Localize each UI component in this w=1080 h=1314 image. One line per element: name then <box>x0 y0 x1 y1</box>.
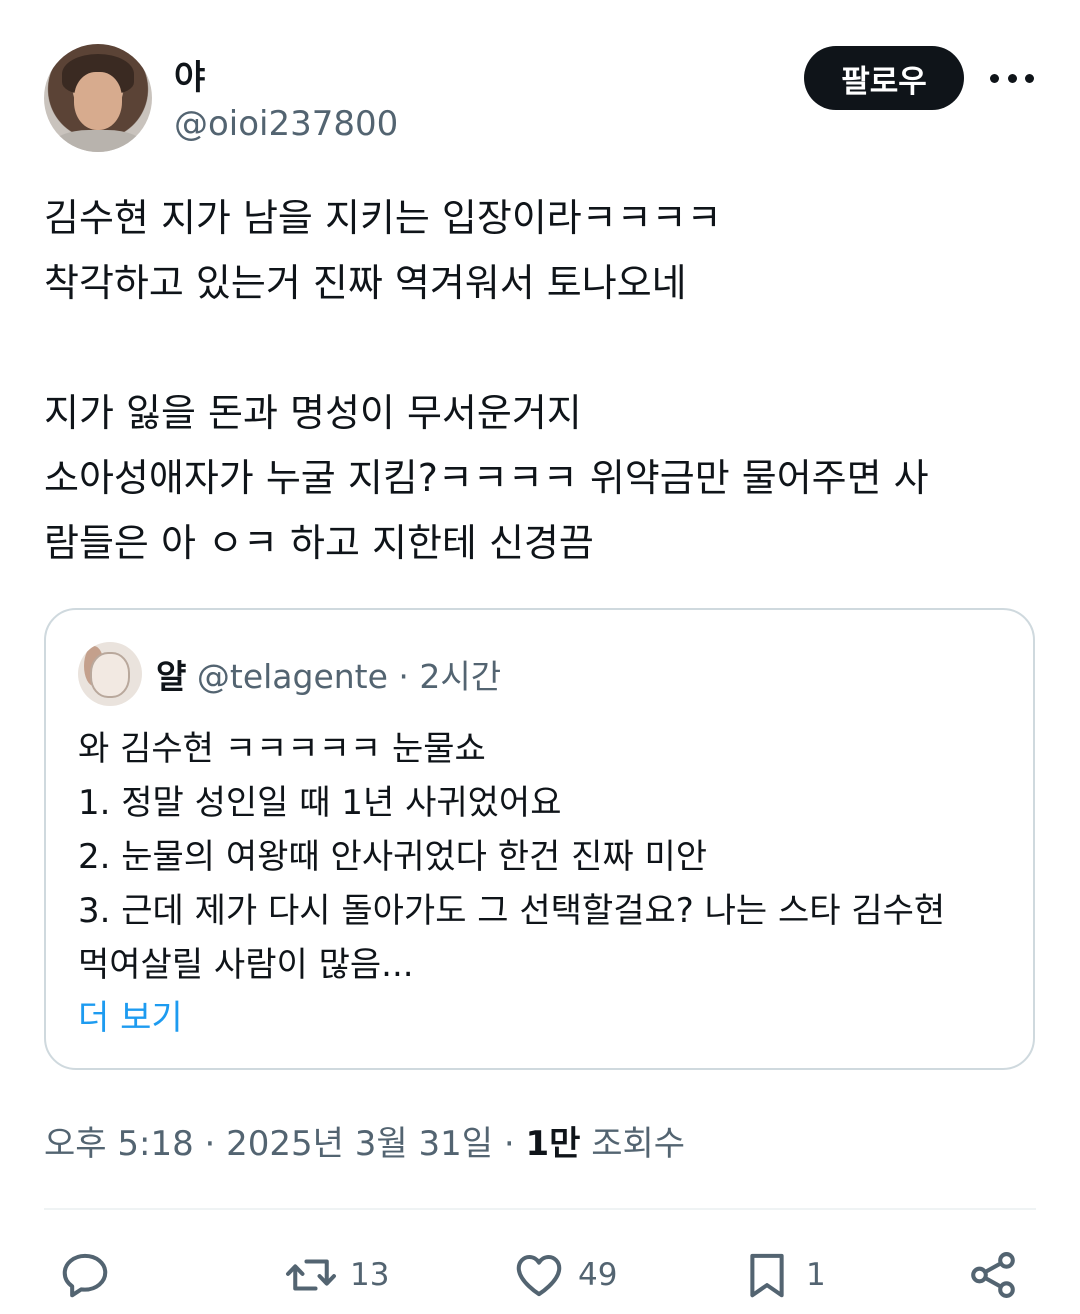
tweet-text: 김수현 지가 남을 지키는 입장이라ㅋㅋㅋㅋ 착각하고 있는거 진짜 역겨워서 … <box>44 186 1034 576</box>
like-count: 49 <box>578 1257 618 1293</box>
bookmark-icon <box>750 1253 784 1298</box>
quoted-line: 1. 정말 성인일 때 1년 사귀었어요 <box>78 783 562 823</box>
bookmark-count: 1 <box>806 1257 826 1293</box>
retweet-icon <box>286 1259 336 1291</box>
author-handle[interactable]: @oioi237800 <box>174 104 398 144</box>
author-display-name[interactable]: 야 <box>174 50 205 99</box>
like-icon <box>516 1254 562 1297</box>
meta-separator: · <box>493 1124 526 1164</box>
tweet-line: 김수현 지가 남을 지키는 입장이라ㅋㅋㅋㅋ <box>44 196 722 240</box>
more-icon[interactable] <box>990 64 1034 92</box>
show-more-link[interactable]: 더 보기 <box>78 990 183 1039</box>
quoted-timestamp[interactable]: 2시간 <box>419 657 501 696</box>
tweet-meta: 오후 5:18 · 2025년 3월 31일 · 1만 조회수 <box>44 1116 685 1165</box>
quoted-line: 3. 근데 제가 다시 돌아가도 그 선택할걸요? 나는 스타 김수현 <box>78 891 946 931</box>
like-button[interactable]: 49 <box>512 1246 617 1304</box>
retweet-button[interactable]: 13 <box>284 1246 389 1304</box>
tweet-detail: 야 @oioi237800 팔로우 김수현 지가 남을 지키는 입장이라ㅋㅋㅋㅋ… <box>0 0 1080 1314</box>
author-avatar[interactable] <box>44 44 152 152</box>
quoted-tweet-text: 와 김수현 ㅋㅋㅋㅋㅋ 눈물쇼 1. 정말 성인일 때 1년 사귀었어요 2. … <box>78 722 1008 992</box>
tweet-time[interactable]: 오후 5:18 <box>44 1124 194 1164</box>
tweet-line: 소아성애자가 누굴 지킴?ㅋㅋㅋㅋ 위약금만 물어주면 사 <box>44 456 929 500</box>
quoted-separator: · <box>387 657 420 696</box>
retweet-count: 13 <box>350 1257 390 1293</box>
reply-button[interactable] <box>58 1246 124 1304</box>
tweet-line: 람들은 아 ㅇㅋ 하고 지한테 신경끔 <box>44 521 594 565</box>
bookmark-button[interactable]: 1 <box>740 1246 826 1304</box>
quoted-author-avatar[interactable] <box>78 642 142 706</box>
divider <box>44 1208 1036 1210</box>
views-count: 1만 <box>525 1124 581 1164</box>
quoted-author-handle[interactable]: @telagente <box>197 657 388 696</box>
reply-icon <box>62 1253 108 1298</box>
meta-separator: · <box>193 1124 227 1164</box>
tweet-line: 지가 잃을 돈과 명성이 무서운거지 <box>44 391 582 435</box>
quoted-line: 먹여살릴 사람이 많음... <box>78 945 414 985</box>
quoted-author-name[interactable]: 얄 <box>156 657 186 696</box>
share-icon <box>971 1252 1015 1298</box>
quoted-tweet-header: 얄 @telagente · 2시간 <box>156 650 501 698</box>
views-label: 조회수 <box>580 1124 686 1164</box>
quoted-line: 와 김수현 ㅋㅋㅋㅋㅋ 눈물쇼 <box>78 729 486 769</box>
tweet-date[interactable]: 2025년 3월 31일 <box>226 1124 493 1164</box>
quoted-line: 2. 눈물의 여왕때 안사귀었다 한건 진짜 미안 <box>78 837 708 877</box>
follow-button[interactable]: 팔로우 <box>804 46 964 110</box>
quoted-tweet[interactable]: 얄 @telagente · 2시간 와 김수현 ㅋㅋㅋㅋㅋ 눈물쇼 1. 정말… <box>44 608 1035 1070</box>
share-button[interactable] <box>966 1246 1020 1304</box>
tweet-line: 착각하고 있는거 진짜 역겨워서 토나오네 <box>44 261 687 305</box>
